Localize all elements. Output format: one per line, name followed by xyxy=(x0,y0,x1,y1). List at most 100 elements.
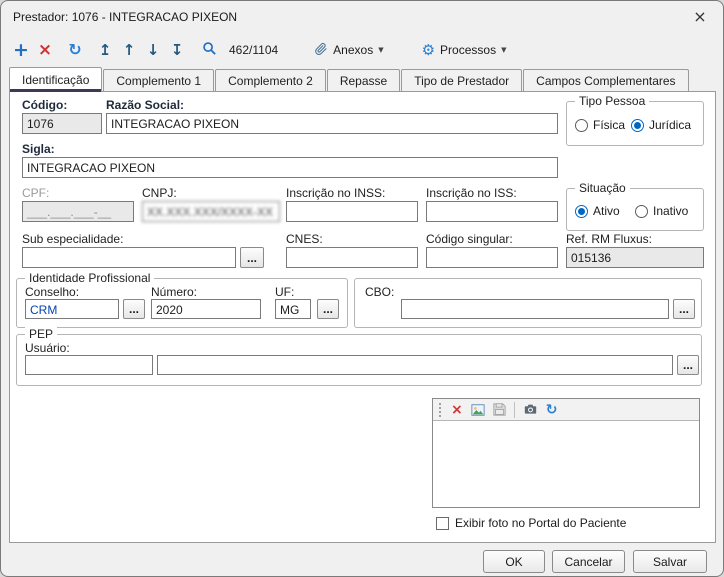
tab-identificacao[interactable]: Identificação xyxy=(9,67,102,92)
first-record-button[interactable]: ↥ xyxy=(93,37,117,63)
situacao-title: Situação xyxy=(575,181,630,195)
processos-dropdown-button[interactable]: ⚙ Processos ▼ xyxy=(414,37,515,63)
radio-fisica-circle xyxy=(575,119,588,132)
window-title: Prestador: 1076 - INTEGRACAO PIXEON xyxy=(1,10,677,24)
pep-groupbox: PEP Usuário: ... xyxy=(16,334,702,386)
previous-record-button[interactable]: ↑ xyxy=(117,37,141,63)
cpf-label: CPF: xyxy=(22,186,49,200)
tab-campos-complementares[interactable]: Campos Complementares xyxy=(523,69,688,91)
anexos-dropdown-button[interactable]: Anexos ▼ xyxy=(306,37,391,63)
radio-inativo-label: Inativo xyxy=(653,204,688,218)
tab-complemento-1[interactable]: Complemento 1 xyxy=(103,69,214,91)
photo-rotate-button[interactable]: ↻ xyxy=(546,402,558,418)
uf-label: UF: xyxy=(275,285,294,299)
situacao-groupbox: Situação Ativo Inativo xyxy=(566,188,704,231)
sub-especialidade-field[interactable] xyxy=(22,247,236,268)
record-toolbar: + × ↻ ↥ ↑ ↓ ↧ 462/1104 Anexos ▼ ⚙ Proces… xyxy=(1,33,723,67)
usuario-name-field[interactable] xyxy=(157,355,673,375)
numero-label: Número: xyxy=(151,285,197,299)
exibir-foto-checkbox[interactable] xyxy=(436,517,449,530)
photo-toolbar: × ↻ xyxy=(433,399,699,421)
close-button[interactable]: × xyxy=(677,1,723,33)
pep-title: PEP xyxy=(25,327,57,341)
codigo-field[interactable]: 1076 xyxy=(22,113,102,134)
usuario-lookup-button[interactable]: ... xyxy=(677,355,699,375)
close-icon: × xyxy=(693,9,706,25)
cbo-field[interactable] xyxy=(401,299,669,319)
chevron-down-icon: ▼ xyxy=(378,46,383,54)
cbo-lookup-button[interactable]: ... xyxy=(673,299,695,319)
add-record-button[interactable]: + xyxy=(9,37,33,63)
razao-social-label: Razão Social: xyxy=(106,98,184,112)
arrow-last-icon: ↧ xyxy=(171,43,184,58)
photo-open-button[interactable] xyxy=(471,403,485,417)
radio-inativo[interactable]: Inativo xyxy=(635,204,688,218)
photo-preview-area xyxy=(433,421,699,507)
uf-field[interactable]: MG xyxy=(275,299,311,319)
processos-label: Processos xyxy=(440,43,496,57)
inscricao-iss-label: Inscrição no ISS: xyxy=(426,186,517,200)
anexos-label: Anexos xyxy=(333,43,373,57)
photo-save-button[interactable] xyxy=(493,403,506,416)
tab-complemento-2[interactable]: Complemento 2 xyxy=(215,69,326,91)
conselho-lookup-button[interactable]: ... xyxy=(123,299,145,319)
codigo-label: Código: xyxy=(22,98,67,112)
title-bar: Prestador: 1076 - INTEGRACAO PIXEON × xyxy=(1,1,723,33)
numero-field[interactable]: 2020 xyxy=(151,299,261,319)
delete-icon: × xyxy=(38,42,52,59)
inscricao-inss-label: Inscrição no INSS: xyxy=(286,186,385,200)
record-counter: 462/1104 xyxy=(229,43,278,57)
radio-fisica-label: Física xyxy=(593,118,625,132)
identificacao-panel: Código: Razão Social: 1076 INTEGRACAO PI… xyxy=(9,91,716,543)
razao-social-field[interactable]: INTEGRACAO PIXEON xyxy=(106,113,558,134)
tab-tipo-de-prestador[interactable]: Tipo de Prestador xyxy=(401,69,522,91)
sub-especialidade-lookup-button[interactable]: ... xyxy=(240,247,264,268)
next-record-button[interactable]: ↓ xyxy=(141,37,165,63)
last-record-button[interactable]: ↧ xyxy=(165,37,189,63)
tab-repasse[interactable]: Repasse xyxy=(327,69,400,91)
search-button[interactable] xyxy=(197,37,221,63)
gear-icon: ⚙ xyxy=(422,41,435,59)
conselho-label: Conselho: xyxy=(25,285,79,299)
radio-inativo-circle xyxy=(635,205,648,218)
tab-strip: Identificação Complemento 1 Complemento … xyxy=(9,67,690,91)
ok-button[interactable]: OK xyxy=(483,550,545,573)
uf-lookup-button[interactable]: ... xyxy=(317,299,339,319)
cpf-field[interactable]: ___.___.___-__ xyxy=(22,201,134,222)
exibir-foto-label: Exibir foto no Portal do Paciente xyxy=(455,516,626,530)
save-button[interactable]: Salvar xyxy=(633,550,707,573)
usuario-code-field[interactable] xyxy=(25,355,153,375)
cbo-groupbox: CBO: ... xyxy=(354,278,702,328)
inscricao-inss-field[interactable] xyxy=(286,201,418,222)
photo-toolbar-separator xyxy=(514,402,515,418)
identidade-profissional-title: Identidade Profissional xyxy=(25,271,154,285)
codigo-singular-label: Código singular: xyxy=(426,232,513,246)
photo-widget: × ↻ xyxy=(432,398,700,508)
ref-rm-fluxus-label: Ref. RM Fluxus: xyxy=(566,232,652,246)
ref-rm-fluxus-field[interactable]: 015136 xyxy=(566,247,704,268)
radio-juridica-circle xyxy=(631,119,644,132)
radio-juridica-label: Jurídica xyxy=(649,118,691,132)
refresh-button[interactable]: ↻ xyxy=(63,37,87,63)
exibir-foto-checkbox-row[interactable]: Exibir foto no Portal do Paciente xyxy=(436,516,626,530)
paperclip-icon xyxy=(314,42,328,59)
toolbar-grip-handle[interactable] xyxy=(439,403,441,417)
sigla-label: Sigla: xyxy=(22,142,55,156)
photo-delete-button[interactable]: × xyxy=(451,402,463,418)
cancel-button[interactable]: Cancelar xyxy=(552,550,625,573)
cnpj-field[interactable]: XX.XXX.XXX/XXXX-XX xyxy=(142,201,280,222)
radio-fisica[interactable]: Física xyxy=(575,118,625,132)
inscricao-iss-field[interactable] xyxy=(426,201,558,222)
radio-ativo-label: Ativo xyxy=(593,204,620,218)
conselho-field[interactable]: CRM xyxy=(25,299,119,319)
delete-record-button[interactable]: × xyxy=(33,37,57,63)
sigla-field[interactable]: INTEGRACAO PIXEON xyxy=(22,157,558,178)
camera-capture-button[interactable] xyxy=(523,403,538,416)
chevron-down-icon: ▼ xyxy=(501,46,506,54)
cnes-field[interactable] xyxy=(286,247,418,268)
radio-ativo[interactable]: Ativo xyxy=(575,204,620,218)
cnes-label: CNES: xyxy=(286,232,323,246)
codigo-singular-field[interactable] xyxy=(426,247,558,268)
prestador-dialog: Prestador: 1076 - INTEGRACAO PIXEON × + … xyxy=(0,0,724,577)
radio-juridica[interactable]: Jurídica xyxy=(631,118,691,132)
